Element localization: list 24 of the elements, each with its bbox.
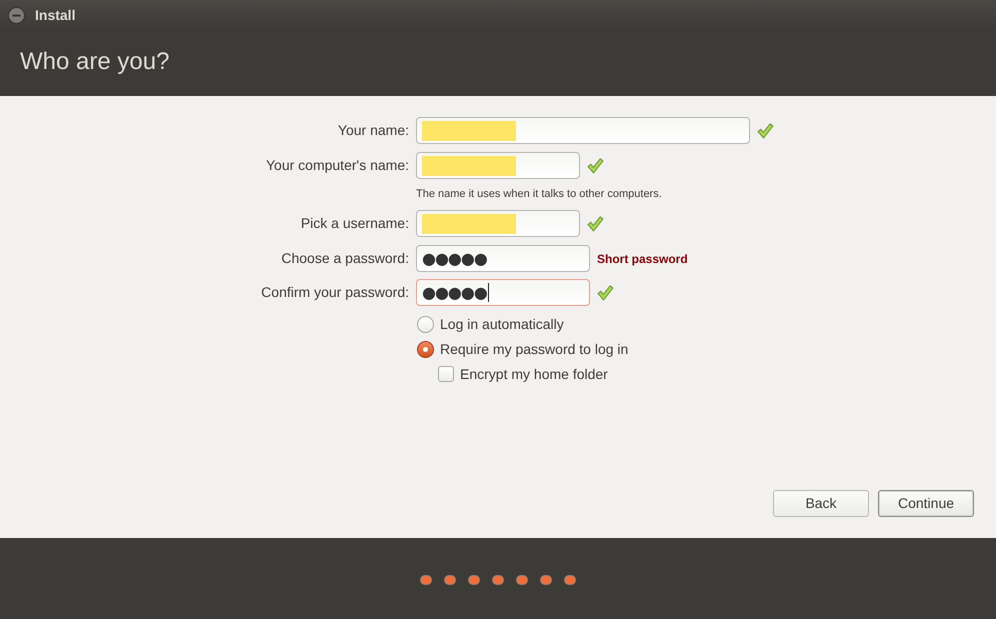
radio-label[interactable]: Log in automatically <box>440 314 564 334</box>
field-label: Choose a password: <box>281 249 409 268</box>
text-field[interactable] <box>416 210 580 237</box>
field-label: Your name: <box>338 121 409 140</box>
radio-button[interactable] <box>417 340 434 358</box>
password-field[interactable]: ●●●●● <box>416 279 590 306</box>
password-field[interactable]: ●●●●● <box>416 245 590 272</box>
checkbox-label[interactable]: Encrypt my home folder <box>460 364 608 384</box>
text-cursor <box>488 283 489 302</box>
page-title: Who are you? <box>20 47 170 77</box>
password-warning: Short password <box>597 250 688 268</box>
checkbox[interactable] <box>438 366 454 382</box>
text-field[interactable] <box>416 152 580 179</box>
field-label: Your computer's name: <box>266 156 409 175</box>
radio-button[interactable] <box>417 316 434 332</box>
field-label: Pick a username: <box>300 214 409 233</box>
text-field[interactable] <box>416 117 750 144</box>
window-title: Install <box>35 6 76 24</box>
radio-label[interactable]: Require my password to log in <box>440 338 628 360</box>
field-label: Confirm your password: <box>261 283 409 302</box>
dialog-button[interactable]: Back <box>773 490 869 517</box>
dialog-button[interactable]: Continue <box>878 490 974 517</box>
minus-circle-icon[interactable] <box>8 6 25 24</box>
field-hint: The name it uses when it talks to other computers. <box>416 188 662 200</box>
